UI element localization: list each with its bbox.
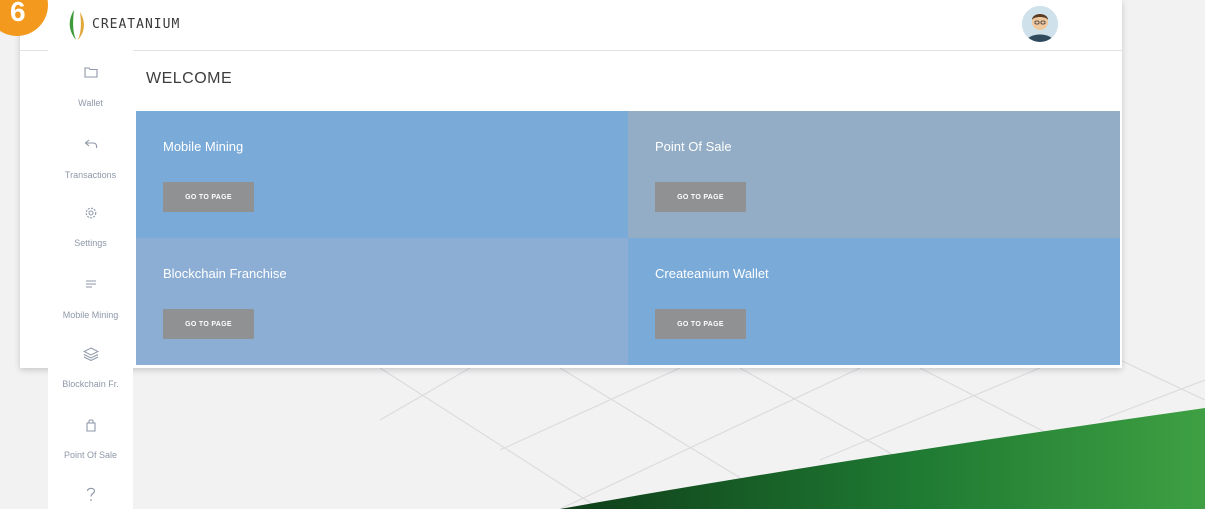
- page-title: WELCOME: [146, 70, 233, 87]
- go-to-page-button[interactable]: GO TO PAGE: [163, 309, 254, 339]
- go-to-page-button[interactable]: GO TO PAGE: [655, 182, 746, 212]
- tile-title: Createanium Wallet: [655, 266, 769, 281]
- help-icon: [48, 486, 133, 504]
- sidebar-item-transactions[interactable]: Transactions: [48, 138, 133, 180]
- user-avatar-icon: [1022, 6, 1058, 42]
- creatanium-logo: [69, 10, 84, 40]
- tile-title: Blockchain Franchise: [163, 266, 287, 281]
- sidebar-item-label: Blockchain Fr.: [62, 379, 119, 389]
- go-to-page-button[interactable]: GO TO PAGE: [163, 182, 254, 212]
- sidebar-item-point-of-sale[interactable]: Point Of Sale: [48, 418, 133, 460]
- user-avatar[interactable]: [1022, 6, 1058, 42]
- gear-icon: [48, 206, 133, 224]
- stack-icon: [48, 347, 133, 365]
- top-bar: CREATANIUM: [20, 0, 1122, 51]
- tile-mobile-mining: Mobile Mining GO TO PAGE: [136, 111, 628, 238]
- tile-title: Mobile Mining: [163, 139, 244, 154]
- list-icon: [48, 278, 133, 296]
- go-to-page-button[interactable]: GO TO PAGE: [655, 309, 746, 339]
- tile-point-of-sale: Point Of Sale GO TO PAGE: [628, 111, 1120, 238]
- app-window: CREATANIUM WELCOME Mobile Mining GO TO P…: [20, 0, 1122, 368]
- sidebar-item-label: Point Of Sale: [63, 450, 118, 460]
- tile-title: Point Of Sale: [655, 139, 732, 154]
- brand-name: CREATANIUM: [92, 17, 181, 32]
- folder-icon: [48, 66, 133, 84]
- sidebar-item-label: Mobile Mining: [62, 310, 119, 320]
- tile-createanium-wallet: Createanium Wallet GO TO PAGE: [628, 238, 1120, 365]
- bag-icon: [48, 418, 133, 436]
- undo-arrow-icon: [48, 138, 133, 156]
- tile-blockchain-franchise: Blockchain Franchise GO TO PAGE: [136, 238, 628, 365]
- sidebar-item-mobile-mining[interactable]: Mobile Mining: [48, 278, 133, 320]
- sidebar-item-settings[interactable]: Settings: [48, 206, 133, 248]
- sidebar-item-label: Wallet: [78, 98, 103, 108]
- sidebar: Wallet Transactions Settings Mobile Mini…: [48, 50, 133, 509]
- sidebar-item-wallet[interactable]: Wallet: [48, 66, 133, 108]
- sidebar-item-label: Transactions: [64, 170, 117, 180]
- sidebar-item-label: Settings: [74, 238, 107, 248]
- sidebar-item-blockchain-franchise[interactable]: Blockchain Fr.: [48, 347, 133, 389]
- sidebar-item-help[interactable]: [48, 486, 133, 504]
